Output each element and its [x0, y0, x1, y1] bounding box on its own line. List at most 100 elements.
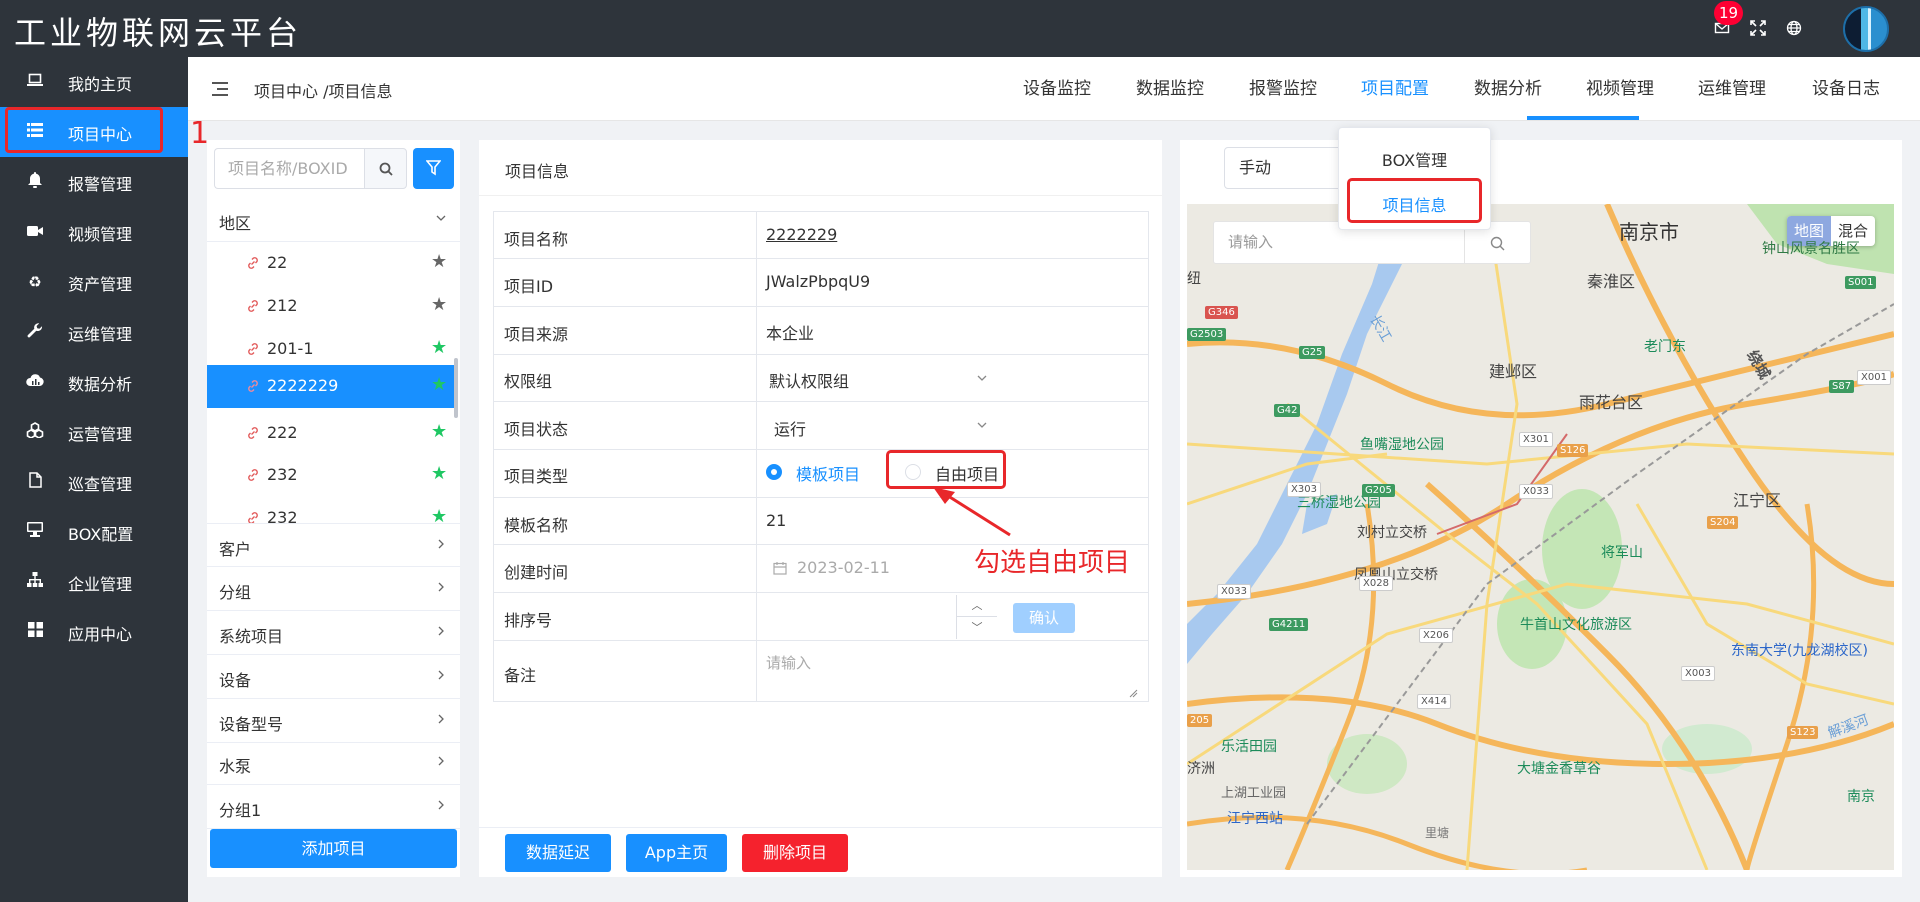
tree-scrollbar[interactable] [454, 358, 458, 418]
tab-data-analysis[interactable]: 数据分析 [1474, 74, 1542, 99]
tab-device-log[interactable]: 设备日志 [1812, 74, 1880, 99]
grid-icon [25, 622, 45, 642]
mode-select[interactable]: 手动 [1224, 147, 1349, 189]
sort-number-stepper[interactable]: ︿ ﹀ [956, 595, 997, 639]
tab-data-monitor[interactable]: 数据监控 [1136, 74, 1204, 99]
tree-group-group1[interactable]: 分组1 [207, 785, 460, 829]
sidebar-item-box-config[interactable]: BOX配置 [0, 507, 188, 557]
sidebar-item-assets[interactable]: ♻ 资产管理 [0, 257, 188, 307]
row-project-type: 项目类型 模板项目 自由项目 [494, 450, 1148, 498]
tree-item[interactable]: 222 ★ [207, 412, 454, 455]
active-tab-indicator [1527, 116, 1639, 120]
chevron-right-icon [438, 539, 444, 549]
tree-group-device-model[interactable]: 设备型号 [207, 699, 460, 743]
sidebar-item-operations[interactable]: 运营管理 [0, 407, 188, 457]
project-status-select[interactable]: 运行 [774, 416, 806, 440]
monitor-icon [25, 522, 45, 542]
tab-ops-management[interactable]: 运维管理 [1698, 74, 1766, 99]
sidebar-item-maintenance[interactable]: 运维管理 [0, 307, 188, 357]
sidebar-item-enterprise[interactable]: 企业管理 [0, 557, 188, 607]
project-tree-panel: 项目名称/BOXID 地区 22 ★ 212 ★ 201-1 ★ 2222229… [207, 140, 460, 877]
star-icon[interactable]: ★ [431, 464, 447, 484]
star-icon[interactable]: ★ [431, 252, 447, 272]
tree-item[interactable]: 212 ★ [207, 285, 454, 328]
annotation-hint: 勾选自由项目 [974, 548, 1131, 578]
chevron-down-icon [977, 422, 987, 428]
map-panel: 手动 请输入 地图 混合 南京市 秦淮区 钟山风景名胜区 建邺区 雨花台区 江宁… [1180, 140, 1902, 877]
fullscreen-icon[interactable] [1748, 20, 1768, 40]
tree-item-selected[interactable]: 2222229 ★ [207, 365, 454, 408]
dropdown-item-box-management[interactable]: BOX管理 [1339, 147, 1490, 171]
confirm-button[interactable]: 确认 [1013, 603, 1075, 633]
sidebar-item-inspection[interactable]: 巡查管理 [0, 457, 188, 507]
map-view[interactable]: 请输入 地图 混合 南京市 秦淮区 钟山风景名胜区 建邺区 雨花台区 江宁区 老门… [1187, 204, 1894, 870]
tree-group-customer[interactable]: 客户 [207, 523, 460, 567]
tree-group-group[interactable]: 分组 [207, 567, 460, 611]
row-project-id: 项目ID JWalzPbpqU9 [494, 259, 1148, 307]
tree-item[interactable]: 232 ★ [207, 454, 454, 497]
breadcrumb: 项目中心 /项目信息 [254, 82, 393, 101]
chevron-up-icon[interactable]: ︿ [957, 595, 997, 617]
filter-button[interactable] [413, 148, 454, 189]
row-project-source: 项目来源 本企业 [494, 307, 1148, 355]
tab-project-config[interactable]: 项目配置 [1361, 74, 1429, 99]
project-search-input[interactable]: 项目名称/BOXID [214, 148, 365, 189]
link-icon [248, 300, 258, 312]
star-icon[interactable]: ★ [431, 375, 447, 395]
video-icon [25, 222, 45, 242]
tree-group-system-project[interactable]: 系统项目 [207, 611, 460, 655]
app-title: 工业物联网云平台 [14, 14, 303, 52]
tree-group-region[interactable]: 地区 [207, 198, 460, 242]
row-project-status[interactable]: 项目状态 运行 [494, 402, 1148, 450]
data-delay-button[interactable]: 数据延迟 [505, 834, 611, 872]
tree-group-pump[interactable]: 水泵 [207, 741, 460, 785]
sidebar-item-app-center[interactable]: 应用中心 [0, 607, 188, 657]
row-project-name: 项目名称 2222229 [494, 212, 1148, 259]
chevron-right-icon [438, 626, 444, 636]
link-icon [248, 380, 258, 392]
filter-icon [426, 160, 441, 176]
globe-icon[interactable] [1784, 20, 1804, 40]
star-icon[interactable]: ★ [431, 422, 447, 442]
link-icon [248, 257, 258, 269]
add-project-button[interactable]: 添加项目 [210, 829, 457, 868]
delete-project-button[interactable]: 删除项目 [742, 834, 848, 872]
chart-cloud-icon [25, 372, 45, 392]
tree-item[interactable]: 22 ★ [207, 242, 454, 285]
search-button[interactable] [364, 148, 407, 189]
file-icon [25, 472, 45, 492]
created-date-input[interactable]: 2023-02-11 [797, 558, 890, 577]
collapse-menu-icon[interactable] [212, 82, 228, 96]
row-remark: 备注 请输入 [494, 641, 1148, 702]
sidebar-item-data-analysis[interactable]: 数据分析 [0, 357, 188, 407]
project-info-table: 项目名称 2222229 项目ID JWalzPbpqU9 项目来源 本企业 权… [493, 211, 1149, 702]
chevron-down-icon [436, 215, 446, 221]
tab-alarm-monitor[interactable]: 报警监控 [1249, 74, 1317, 99]
avatar[interactable] [1843, 6, 1889, 52]
app-home-button[interactable]: App主页 [626, 834, 727, 872]
row-permission-group[interactable]: 权限组 默认权限组 [494, 355, 1148, 402]
radio-template-project[interactable] [766, 464, 782, 480]
laptop-icon [25, 72, 45, 92]
remark-textarea[interactable]: 请输入 [766, 652, 811, 673]
sidebar-item-video[interactable]: 视频管理 [0, 207, 188, 257]
wrench-icon [25, 322, 45, 342]
chevron-right-icon [438, 800, 444, 810]
project-name-link[interactable]: 2222229 [766, 225, 837, 244]
star-icon[interactable]: ★ [431, 295, 447, 315]
permission-group-select[interactable]: 默认权限组 [769, 368, 849, 392]
tree-group-device[interactable]: 设备 [207, 655, 460, 699]
sidebar-item-alarm[interactable]: 报警管理 [0, 157, 188, 207]
chevron-right-icon [438, 582, 444, 592]
chevron-down-icon [977, 375, 987, 381]
sidebar-item-home[interactable]: 我的主页 [0, 57, 188, 107]
tab-device-monitor[interactable]: 设备监控 [1023, 74, 1091, 99]
star-icon[interactable]: ★ [431, 338, 447, 358]
notification-badge: 19 [1714, 1, 1744, 25]
recycle-icon: ♻ [28, 273, 42, 291]
chevron-down-icon[interactable]: ﹀ [957, 617, 997, 639]
sitemap-icon [25, 572, 45, 592]
link-icon [248, 469, 258, 481]
resize-handle-icon[interactable] [1128, 688, 1138, 698]
tab-video-management[interactable]: 视频管理 [1586, 74, 1654, 99]
